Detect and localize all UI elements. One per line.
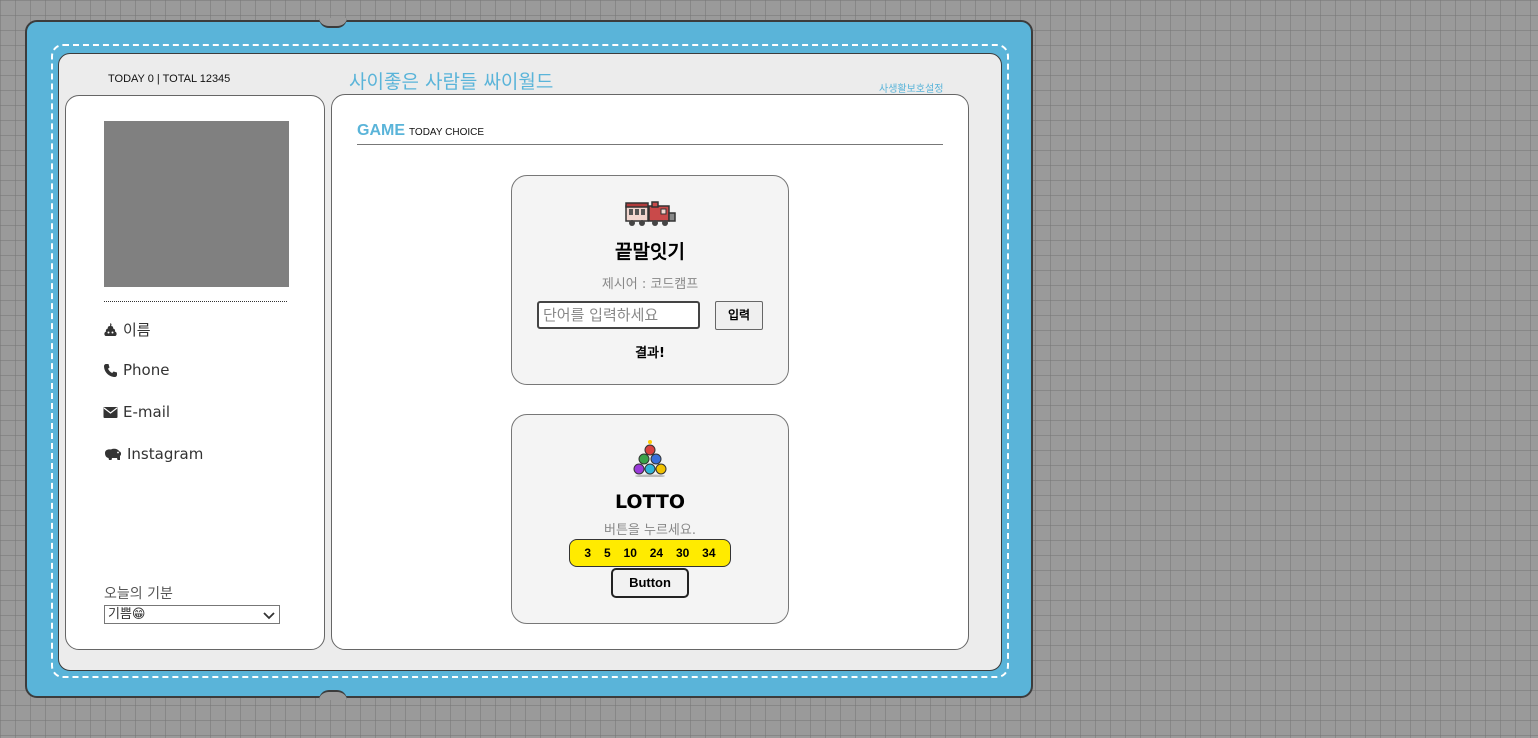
lotto-number: 3 [584, 546, 592, 560]
profile-instagram-label: Instagram [127, 445, 204, 463]
profile-divider [104, 301, 287, 302]
mood-select[interactable]: 기쁨😁 [104, 605, 280, 624]
lotto-number: 10 [623, 546, 637, 560]
lotto-number: 24 [649, 546, 664, 560]
word-chain-result: 결과! [635, 346, 665, 361]
lotto-number: 5 [603, 546, 611, 560]
mood-label: 오늘의 기분 [104, 586, 173, 602]
phone-icon [103, 363, 118, 378]
profile-instagram-row: Instagram [103, 445, 203, 463]
envelope-icon [103, 406, 118, 419]
word-input[interactable]: 단어를 입력하세요 [537, 301, 700, 329]
lotto-numbers: 3 5 10 24 30 34 [569, 539, 731, 567]
profile-photo [104, 121, 289, 287]
word-chain-prompt: 제시어 : 코드캠프 [601, 277, 699, 292]
frame-notch-bottom [319, 690, 347, 700]
site-title: 사이좋은 사람들 싸이월드 [349, 71, 554, 93]
chevron-down-icon [263, 609, 275, 626]
privacy-settings-link[interactable]: 사생활보호설정 [879, 80, 943, 95]
lotto-prompt: 버튼을 누르세요. [604, 523, 696, 538]
game-header: GAME TODAY CHOICE [357, 122, 943, 145]
lotto-number: 34 [702, 546, 716, 560]
lotto-number: 30 [675, 546, 690, 560]
game-title: GAME [357, 122, 405, 139]
profile-email-label: E-mail [123, 403, 171, 421]
profile-name-row: 이름 [103, 319, 151, 340]
profile-phone-row: Phone [103, 361, 169, 379]
lotto-card: LOTTO 버튼을 누르세요. 3 5 10 24 30 34 Button [511, 414, 789, 624]
visitor-counter: TODAY 0 | TOTAL 12345 [108, 73, 231, 85]
word-submit-button[interactable]: 입력 [715, 301, 763, 330]
train-icon [625, 201, 677, 231]
profile-email-row: E-mail [103, 403, 170, 421]
word-chain-card: 끝말잇기 제시어 : 코드캠프 단어를 입력하세요 입력 결과! [511, 175, 789, 385]
hippo-icon [103, 447, 122, 462]
word-chain-title: 끝말잇기 [615, 241, 685, 263]
lotto-title: LOTTO [614, 491, 686, 513]
lotto-balls-icon [632, 439, 668, 481]
lotto-draw-button[interactable]: Button [611, 568, 689, 598]
mood-selected-value: 기쁨😁 [108, 607, 146, 622]
game-subtitle: TODAY CHOICE [409, 127, 485, 138]
profile-phone-label: Phone [123, 361, 170, 379]
frame-notch-top [319, 18, 347, 28]
poop-icon [103, 322, 118, 337]
profile-name-label: 이름 [123, 321, 151, 339]
